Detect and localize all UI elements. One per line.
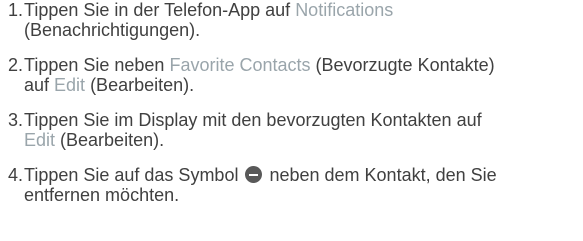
minus-circle-icon <box>245 166 263 183</box>
instruction-list: 1. Tippen Sie in der Telefon-App auf Not… <box>8 0 583 220</box>
edit-link: Edit <box>54 75 86 95</box>
favorite-contacts-link: Favorite Contacts <box>169 55 311 75</box>
step-text: neben dem Kontakt, den Sie <box>264 165 497 185</box>
step-text: entfernen möchten. <box>24 185 180 205</box>
edit-link: Edit <box>24 130 56 150</box>
step-3: 3. Tippen Sie im Display mit den bevorzu… <box>8 110 583 150</box>
step-number: 4. <box>8 165 24 185</box>
step-line: Tippen Sie in der Telefon-App auf Notifi… <box>24 0 583 20</box>
step-text: Tippen Sie im Display mit den bevorzugte… <box>24 110 482 130</box>
step-number: 2. <box>8 55 24 75</box>
step-text: Tippen Sie neben <box>24 55 170 75</box>
step-number: 3. <box>8 110 24 130</box>
step-line: Tippen Sie im Display mit den bevorzugte… <box>24 110 583 130</box>
step-text: (Bevorzugte Kontakte) <box>310 55 495 75</box>
step-text: (Bearbeiten). <box>85 75 195 95</box>
step-2: 2. Tippen Sie neben Favorite Contacts (B… <box>8 55 583 95</box>
step-number: 1. <box>8 0 24 20</box>
step-line: Tippen Sie auf das Symbol neben dem Kont… <box>24 165 583 185</box>
step-text: Tippen Sie auf das Symbol <box>24 165 244 185</box>
step-line: auf Edit (Bearbeiten). <box>24 75 583 95</box>
step-text: auf <box>24 75 55 95</box>
step-text: Tippen Sie in der Telefon-App auf <box>24 0 296 20</box>
step-text: (Bearbeiten). <box>55 130 165 150</box>
step-text: (Benachrichtigungen). <box>24 20 201 40</box>
step-line: Tippen Sie neben Favorite Contacts (Bevo… <box>24 55 583 75</box>
step-line: entfernen möchten. <box>24 185 583 205</box>
step-line: Edit (Bearbeiten). <box>24 130 583 150</box>
step-line: (Benachrichtigungen). <box>24 20 583 40</box>
step-4: 4. Tippen Sie auf das Symbol neben dem K… <box>8 165 583 205</box>
step-1: 1. Tippen Sie in der Telefon-App auf Not… <box>8 0 583 40</box>
notifications-link: Notifications <box>295 0 394 20</box>
